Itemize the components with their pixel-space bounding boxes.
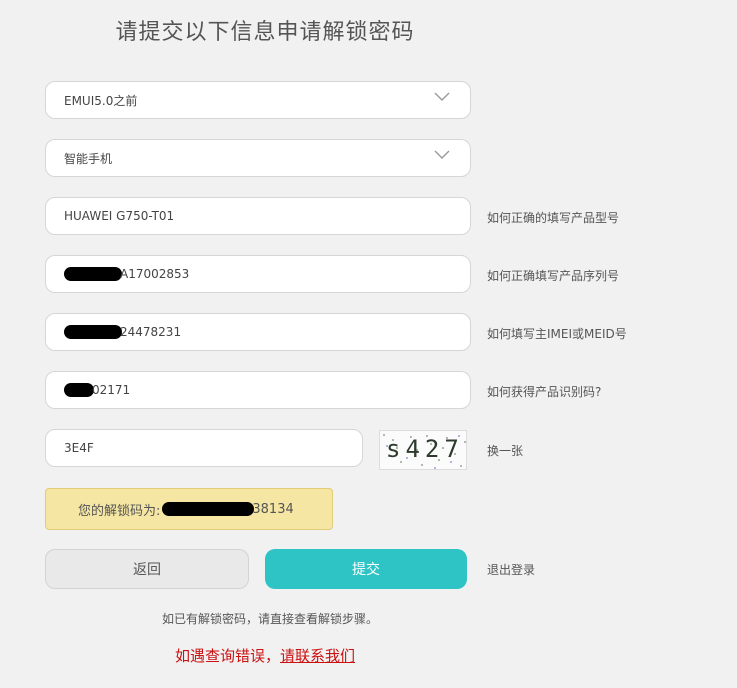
model-help-link[interactable]: 如何正确的填写产品型号 — [487, 209, 619, 226]
redaction-mark — [64, 325, 122, 339]
chevron-down-icon — [434, 150, 450, 159]
product-model-value: HUAWEI G750-T01 — [64, 209, 175, 223]
captcha-image-text: s427 — [386, 435, 464, 463]
product-id-value: 02171 — [92, 383, 131, 397]
captcha-input-value: 3E4F — [64, 441, 94, 455]
refresh-captcha-link[interactable]: 换一张 — [487, 442, 523, 459]
chevron-down-icon — [434, 92, 450, 101]
imei-help-link[interactable]: 如何填写主IMEI或MEID号 — [487, 325, 627, 342]
product-id-help-link[interactable]: 如何获得产品识别码? — [487, 383, 601, 400]
serial-help-link[interactable]: 如何正确填写产品序列号 — [487, 267, 619, 284]
captcha-input[interactable]: 3E4F — [45, 429, 363, 467]
device-type-select[interactable]: 智能手机 — [45, 139, 471, 177]
logout-link[interactable]: 退出登录 — [487, 561, 535, 578]
system-version-select[interactable]: EMUI5.0之前 — [45, 81, 471, 119]
captcha-image[interactable]: s427 — [379, 430, 467, 470]
imei-value: 24478231 — [120, 325, 182, 339]
contact-line: 如遇查询错误，请联系我们 — [0, 645, 530, 666]
unlock-code-value: 38134 — [252, 501, 294, 517]
contact-prefix: 如遇查询错误， — [174, 647, 280, 665]
unlock-request-page: 请提交以下信息申请解锁密码 EMUI5.0之前 智能手机 HUAWEI G750… — [0, 0, 737, 688]
serial-number-value: A17002853 — [120, 267, 190, 281]
serial-number-input[interactable]: A17002853 — [45, 255, 471, 293]
device-type-value: 智能手机 — [64, 151, 113, 166]
redaction-mark — [64, 383, 94, 397]
imei-input[interactable]: 24478231 — [45, 313, 471, 351]
submit-button[interactable]: 提交 — [265, 549, 467, 589]
redaction-mark — [64, 267, 122, 281]
existing-code-hint: 如已有解锁密码，请直接查看解锁步骤。 — [161, 612, 378, 626]
redaction-mark — [162, 502, 255, 516]
contact-us-link[interactable]: 请联系我们 — [280, 647, 355, 665]
unlock-code-label: 您的解锁码为: — [78, 503, 161, 519]
back-button[interactable]: 返回 — [45, 549, 249, 589]
page-title: 请提交以下信息申请解锁密码 — [115, 20, 415, 45]
product-model-input[interactable]: HUAWEI G750-T01 — [45, 197, 471, 235]
product-id-input[interactable]: 02171 — [45, 371, 471, 409]
unlock-code-result: 您的解锁码为: 38134 — [45, 488, 333, 530]
system-version-value: EMUI5.0之前 — [64, 93, 138, 108]
